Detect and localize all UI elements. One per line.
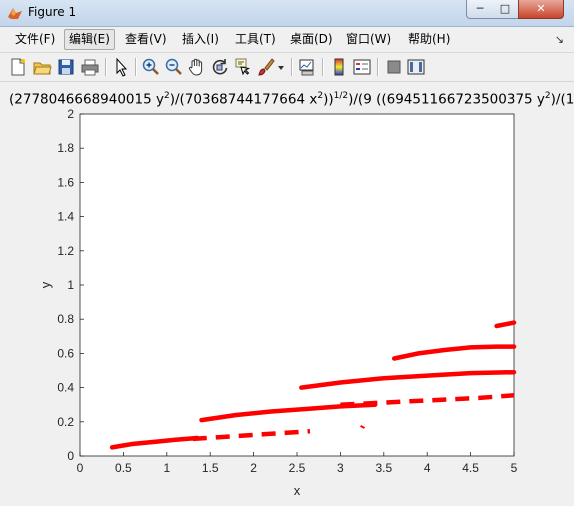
- x-tick-label: 1: [163, 461, 170, 475]
- x-tick-label: 2.5: [289, 461, 306, 475]
- x-tick-label: 3.5: [375, 461, 392, 475]
- y-tick-label: 1.8: [57, 141, 74, 155]
- y-tick-label: 1.4: [57, 210, 74, 224]
- series-line-7: [360, 425, 365, 429]
- x-tick-label: 4.5: [462, 461, 479, 475]
- x-tick-label: 1.5: [202, 461, 219, 475]
- y-tick-label: 0.2: [57, 415, 74, 429]
- y-tick-label: 1: [67, 278, 74, 292]
- x-tick-label: 3: [337, 461, 344, 475]
- y-tick-label: 0.8: [57, 312, 74, 326]
- y-tick-label: 1.2: [57, 244, 74, 258]
- plot-axes[interactable]: 0 0.5 1 1.5 2 2.5 3 3.5 4 4.5 5 0 0.2 0.4 0.6 0.8 1 1.2 1.…: [0, 0, 574, 506]
- x-tick-label: 2: [250, 461, 257, 475]
- y-tick-label: 2: [67, 107, 74, 121]
- x-tick-label: 4: [424, 461, 431, 475]
- y-tick-label: 1.6: [57, 175, 74, 189]
- x-axis-label: x: [294, 483, 301, 498]
- x-tick-label: 0.5: [115, 461, 132, 475]
- x-tick-label: 0: [77, 461, 84, 475]
- y-tick-label: 0: [67, 449, 74, 463]
- axes-box[interactable]: [79, 113, 515, 457]
- y-tick-label: 0.6: [57, 346, 74, 360]
- y-tick-label: 0.4: [57, 381, 74, 395]
- y-axis-label: y: [38, 281, 53, 288]
- x-tick-label: 5: [511, 461, 518, 475]
